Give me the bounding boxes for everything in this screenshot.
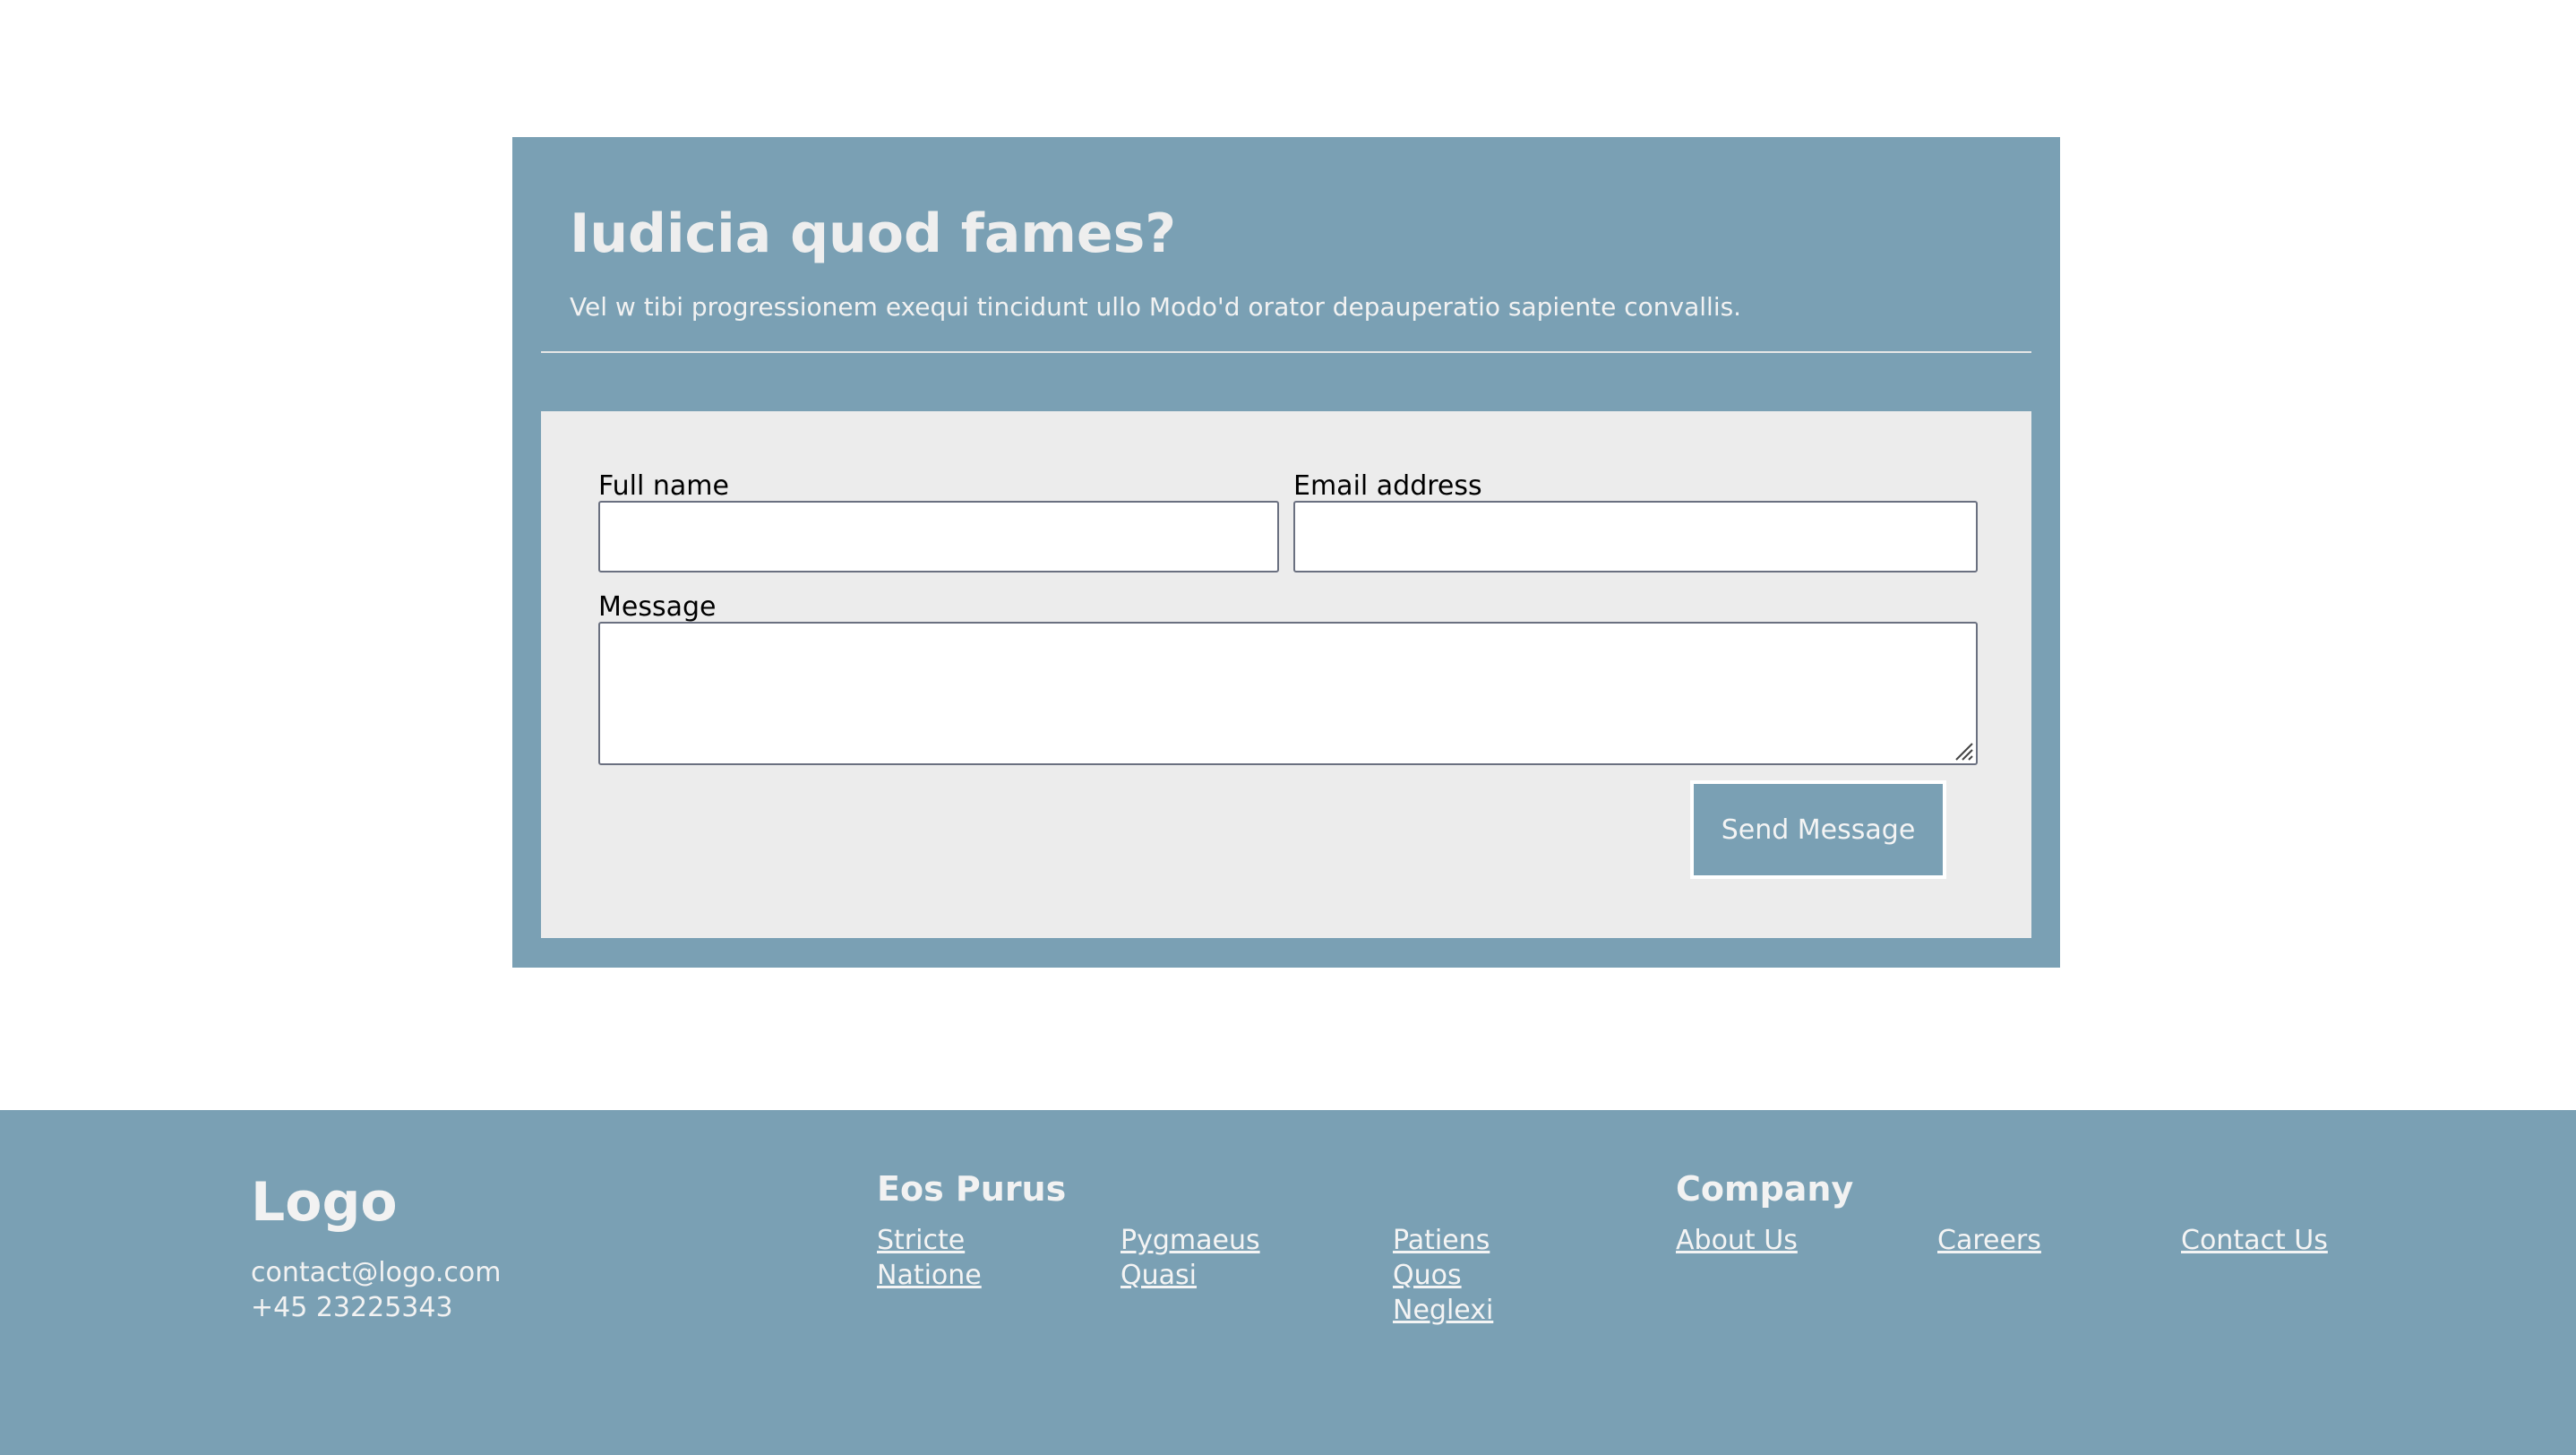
footer-link-pygmaeus[interactable]: Pygmaeus — [1121, 1225, 1260, 1256]
contact-card: Iudicia quod fames? Vel w tibi progressi… — [512, 137, 2060, 968]
footer-links-column: Pygmaeus Quasi — [1121, 1223, 1260, 1293]
footer-link-quasi[interactable]: Quasi — [1121, 1260, 1197, 1291]
footer-link-item: About Us — [1676, 1223, 1798, 1258]
contact-form: Full name Email address Message Send Mes… — [541, 411, 2031, 938]
footer-links-column: Careers — [1937, 1223, 2041, 1258]
footer-link-patiens[interactable]: Patiens — [1393, 1225, 1490, 1256]
card-divider — [541, 351, 2031, 353]
footer-link-item: Patiens — [1393, 1223, 1493, 1258]
full-name-label: Full name — [598, 470, 729, 502]
message-label: Message — [598, 591, 717, 623]
footer-links-column: Contact Us — [2181, 1223, 2328, 1258]
email-input[interactable] — [1293, 501, 1978, 573]
footer-logo: Logo — [251, 1171, 398, 1234]
footer-links-column: About Us — [1676, 1223, 1798, 1258]
footer-link-item: Careers — [1937, 1223, 2041, 1258]
footer-link-neglexi[interactable]: Neglexi — [1393, 1295, 1493, 1326]
footer-heading-eos-purus: Eos Purus — [877, 1169, 1067, 1209]
footer-link-item: Contact Us — [2181, 1223, 2328, 1258]
card-subtitle: Vel w tibi progressionem exequi tincidun… — [570, 292, 1742, 322]
footer-link-contact-us[interactable]: Contact Us — [2181, 1225, 2328, 1256]
footer-link-item: Pygmaeus — [1121, 1223, 1260, 1258]
footer-link-quos[interactable]: Quos — [1393, 1260, 1462, 1291]
footer-links-column: Stricte Natione — [877, 1223, 982, 1293]
footer-link-about-us[interactable]: About Us — [1676, 1225, 1798, 1256]
card-header: Iudicia quod fames? Vel w tibi progressi… — [512, 137, 2060, 323]
full-name-input[interactable] — [598, 501, 1279, 573]
site-footer: Logo contact@logo.com +45 23225343 Eos P… — [0, 1110, 2576, 1455]
footer-links-column: Patiens Quos Neglexi — [1393, 1223, 1493, 1328]
footer-heading-company: Company — [1676, 1169, 1854, 1209]
page: Iudicia quod fames? Vel w tibi progressi… — [0, 0, 2576, 1455]
footer-link-item: Natione — [877, 1258, 982, 1293]
footer-phone: +45 23225343 — [251, 1292, 453, 1323]
footer-email: contact@logo.com — [251, 1257, 502, 1288]
card-title: Iudicia quod fames? — [570, 202, 1177, 265]
footer-link-item: Stricte — [877, 1223, 982, 1258]
send-message-button[interactable]: Send Message — [1690, 780, 1946, 879]
footer-link-natione[interactable]: Natione — [877, 1260, 982, 1291]
footer-link-item: Quos — [1393, 1258, 1493, 1293]
footer-link-item: Neglexi — [1393, 1293, 1493, 1328]
footer-link-item: Quasi — [1121, 1258, 1260, 1293]
message-textarea[interactable] — [598, 622, 1978, 765]
email-label: Email address — [1293, 470, 1482, 502]
footer-link-stricte[interactable]: Stricte — [877, 1225, 965, 1256]
footer-link-careers[interactable]: Careers — [1937, 1225, 2041, 1256]
